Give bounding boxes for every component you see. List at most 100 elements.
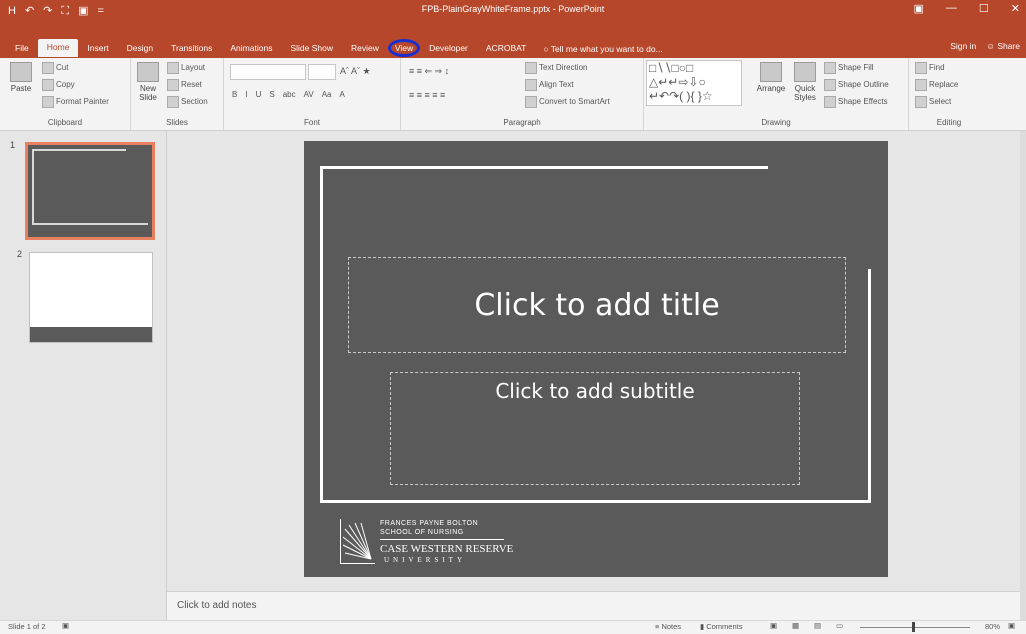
find-label: Find [929,63,945,73]
list-buttons[interactable]: ≡ ≡ ⇐ ⇒ ↕ [409,66,449,77]
quick-styles-button[interactable]: Quick Styles [790,62,820,102]
shapes-gallery[interactable]: □∖∖□○□ △↵↵⇨⇩○ ↵↶↷( ){ }☆ [646,60,742,106]
character-spacing-button[interactable]: AV [304,90,314,99]
tell-me-search[interactable]: ○ Tell me what you want to do... [535,41,670,57]
slide-count: Slide 1 of 2 [8,622,46,631]
shape-effects-icon [824,96,836,108]
group-slides: New Slide Layout Reset Section Slides [131,58,224,130]
paste-button[interactable]: Paste [6,62,36,93]
new-slide-button[interactable]: New Slide [135,62,161,102]
logo-rule [380,539,504,540]
notes-placeholder: Click to add notes [177,600,257,611]
spelling-icon[interactable]: ▣ [62,621,69,630]
layout-icon [167,62,179,74]
layout-button[interactable]: Layout [167,62,205,74]
section-button[interactable]: Section [167,96,208,108]
tab-developer[interactable]: Developer [420,40,477,57]
fit-to-window-icon[interactable]: ▣ [1008,621,1015,630]
convert-smartart-button[interactable]: Convert to SmartArt [525,96,610,108]
share-label: Share [997,41,1020,51]
tab-insert[interactable]: Insert [78,40,117,57]
clipboard-group-label: Clipboard [47,118,83,127]
tab-review[interactable]: Review [342,40,388,57]
tab-design[interactable]: Design [118,40,162,57]
zoom-slider-thumb[interactable] [912,622,915,632]
replace-button[interactable]: Replace [915,79,958,91]
copy-label: Copy [56,80,75,90]
window-title: FPB-PlainGrayWhiteFrame.pptx - PowerPoin… [421,4,605,14]
italic-button[interactable]: I [245,90,247,99]
font-size-select[interactable] [308,64,336,80]
text-direction-button[interactable]: Text Direction [525,62,587,74]
reset-button[interactable]: Reset [167,79,202,91]
share-button[interactable]: ☺ Share [986,41,1020,51]
slide-thumbnail-2[interactable] [29,252,153,343]
slideshow-view-icon[interactable]: ▭ [836,621,843,630]
align-text-button[interactable]: Align Text [525,79,574,91]
minimize-button[interactable]: — [946,2,957,15]
copy-icon [42,79,54,91]
grow-shrink-font[interactable]: Aˆ Aˇ ★ [340,66,371,77]
shape-effects-button[interactable]: Shape Effects [824,96,888,108]
zoom-level[interactable]: 80% [985,622,1000,631]
strikethrough-button[interactable]: abc [283,90,296,99]
comments-button[interactable]: ▮ Comments [700,622,742,631]
select-button[interactable]: Select [915,96,951,108]
reading-view-icon[interactable]: ▤ [814,621,821,630]
slide-sorter-icon[interactable]: ▦ [792,621,799,630]
ribbon-display-options-icon[interactable]: ▣ [914,2,924,15]
shape-effects-label: Shape Effects [838,97,888,107]
group-drawing: □∖∖□○□ △↵↵⇨⇩○ ↵↶↷( ){ }☆ Arrange Quick Sty… [644,58,909,130]
underline-button[interactable]: U [256,90,262,99]
zoom-slider[interactable] [860,627,970,628]
shape-fill-icon [824,62,836,74]
notes-button[interactable]: ≡ Notes [655,622,681,631]
text-direction-label: Text Direction [539,63,588,73]
slide-thumbnail-1[interactable] [25,142,155,240]
shape-fill-button[interactable]: Shape Fill [824,62,874,74]
paragraph-group-label: Paragraph [503,118,541,127]
title-placeholder[interactable]: Click to add title [348,257,846,353]
slides-group-label: Slides [166,118,188,127]
vertical-scrollbar[interactable] [1020,131,1026,620]
tab-slide-show[interactable]: Slide Show [281,40,342,57]
paste-label: Paste [10,84,32,93]
change-case-button[interactable]: Aa [322,90,332,99]
find-icon [915,62,927,74]
copy-button[interactable]: Copy [42,79,75,91]
subtitle-placeholder[interactable]: Click to add subtitle [390,372,800,485]
maximize-button[interactable]: ☐ [979,2,989,15]
cut-button[interactable]: Cut [42,62,68,74]
replace-label: Replace [929,80,959,90]
normal-view-icon[interactable]: ▣ [770,621,777,630]
logo-line-2: SCHOOL OF NURSING [380,529,464,536]
quick-styles-label: Quick Styles [794,84,816,102]
comments-label: Comments [706,622,743,631]
thumb1-frame-bottom [32,223,148,225]
format-painter-button[interactable]: Format Painter [42,96,109,108]
find-button[interactable]: Find [915,62,945,74]
thumbnail-number-2: 2 [17,249,23,259]
tab-acrobat[interactable]: ACROBAT [477,40,535,57]
tab-animations[interactable]: Animations [221,40,281,57]
shadow-button[interactable]: S [269,90,274,99]
frame-bottom-line [320,500,871,503]
tab-home[interactable]: Home [37,39,79,57]
close-button[interactable]: ✕ [1011,2,1020,15]
arrange-button[interactable]: Arrange [754,62,788,93]
new-slide-icon [137,62,159,82]
paste-icon [10,62,32,82]
sign-in-link[interactable]: Sign in [950,41,976,51]
tab-transitions[interactable]: Transitions [162,40,221,57]
alignment-buttons[interactable]: ≡ ≡ ≡ ≡ ≡ [409,90,445,100]
font-name-select[interactable] [230,64,306,80]
status-bar: Slide 1 of 2 ▣ ≡ Notes ▮ Comments ▣ ▦ ▤ … [0,620,1026,634]
tab-file[interactable]: File [6,40,38,57]
notes-pane[interactable]: Click to add notes [167,591,1020,621]
font-color-button[interactable]: A [339,90,344,99]
bold-button[interactable]: B [232,90,237,99]
slide-1[interactable]: Click to add title Click to add subtitle… [304,141,888,577]
shape-outline-button[interactable]: Shape Outline [824,79,889,91]
tab-view[interactable]: View [387,39,421,57]
title-bar: H ↶ ↷ ⛶ ▣ = FPB-PlainGrayWhiteFrame.pptx… [0,0,1026,22]
